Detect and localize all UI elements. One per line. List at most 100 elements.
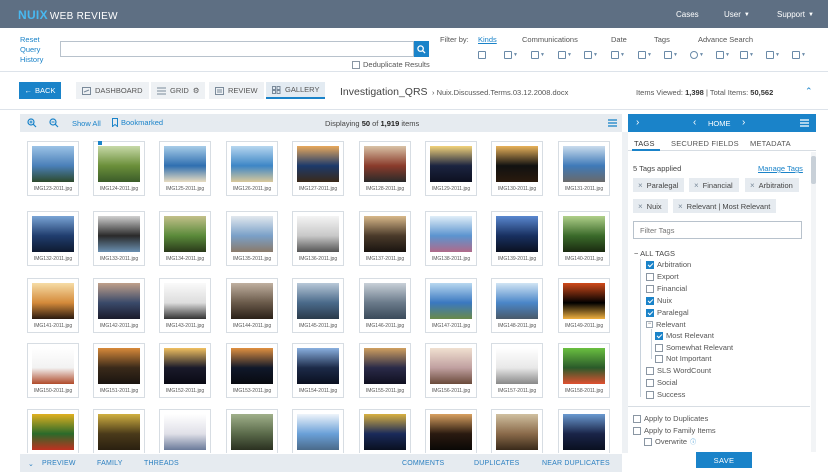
gallery-thumbnail[interactable]: IMG138-2011.jpg [425, 211, 477, 266]
tag-checkbox[interactable] [646, 390, 654, 399]
help-icon[interactable]: ⓘ [690, 437, 696, 446]
checkbox[interactable] [633, 414, 641, 423]
filter-tab-date[interactable]: Date [611, 35, 627, 44]
search-button[interactable] [414, 41, 429, 57]
gallery-thumbnail[interactable]: IMG126-2011.jpg [226, 141, 278, 196]
checkbox[interactable] [633, 426, 641, 435]
history-link[interactable]: History [20, 55, 43, 64]
gallery-thumbnail[interactable]: IMG148-2011.jpg [491, 278, 543, 333]
tag-item[interactable]: Not Important [655, 354, 711, 363]
tag-checkbox[interactable] [646, 284, 654, 293]
gallery-thumbnail[interactable] [226, 409, 278, 453]
filter-tab-kinds[interactable]: Kinds [478, 35, 497, 44]
gallery-thumbnail[interactable]: IMG123-2011.jpg [27, 141, 79, 196]
tag-chip-financial[interactable]: × Financial [689, 178, 739, 192]
gallery-thumbnail[interactable]: IMG145-2011.jpg [292, 278, 344, 333]
collapse-icon[interactable]: − [646, 321, 653, 328]
gallery-thumbnail[interactable]: IMG154-2011.jpg [292, 343, 344, 398]
filter-grid-icon[interactable]: ▼ [766, 50, 781, 60]
tag-item[interactable]: − Relevant [646, 320, 686, 329]
apply-family-checkbox[interactable]: Apply to Family Items [633, 426, 716, 435]
checkbox[interactable] [644, 437, 652, 446]
filter-spreadsheet-icon[interactable]: ▼ [531, 50, 546, 60]
filter-other-icon[interactable]: ▼ [792, 50, 807, 60]
deduplicate-checkbox[interactable]: Deduplicate Results [352, 60, 430, 69]
tab-threads[interactable]: THREADS [144, 460, 179, 467]
gallery-thumbnail[interactable]: IMG139-2011.jpg [491, 211, 543, 266]
filter-chat-icon[interactable]: ▼ [716, 50, 731, 60]
gallery-thumbnail[interactable]: IMG128-2011.jpg [359, 141, 411, 196]
reset-link[interactable]: Reset [20, 35, 40, 44]
gallery-thumbnail[interactable]: IMG130-2011.jpg [491, 141, 543, 196]
overwrite-checkbox[interactable]: Overwrite ⓘ [644, 437, 696, 446]
gallery-thumbnail[interactable]: IMG147-2011.jpg [425, 278, 477, 333]
manage-tags-link[interactable]: Manage Tags [758, 164, 803, 173]
gallery-thumbnail[interactable]: IMG157-2011.jpg [491, 343, 543, 398]
tag-item[interactable]: Success [646, 390, 685, 399]
gallery-thumbnail[interactable]: IMG132-2011.jpg [27, 211, 79, 266]
tab-preview[interactable]: PREVIEW [42, 460, 76, 467]
tag-item[interactable]: Social [646, 378, 677, 387]
breadcrumb-document[interactable]: Nuix.Discussed.Terms.03.12.2008.docx [437, 88, 569, 97]
gallery-thumbnail[interactable]: IMG150-2011.jpg [27, 343, 79, 398]
remove-icon[interactable]: × [678, 202, 683, 211]
chevron-left-icon[interactable]: ‹ [693, 117, 696, 128]
support-menu[interactable]: Support ▼ [777, 10, 814, 19]
gallery-thumbnail[interactable]: IMG135-2011.jpg [226, 211, 278, 266]
filter-edit-icon[interactable]: ▼ [584, 50, 599, 60]
gallery-thumbnail[interactable]: IMG136-2011.jpg [292, 211, 344, 266]
menu-icon[interactable] [800, 119, 809, 127]
tag-chip-most-relevant[interactable]: × Relevant | Most Relevant [673, 199, 777, 213]
gallery-thumbnail[interactable]: IMG133-2011.jpg [93, 211, 145, 266]
gallery-thumbnail[interactable]: IMG142-2011.jpg [93, 278, 145, 333]
user-menu[interactable]: User ▼ [724, 10, 750, 19]
zoom-out-icon[interactable] [49, 118, 59, 128]
filter-tab-communications[interactable]: Communications [522, 35, 578, 44]
gallery-thumbnail[interactable]: IMG127-2011.jpg [292, 141, 344, 196]
tab-metadata[interactable]: METADATA [750, 139, 791, 148]
tab-dashboard[interactable]: DASHBOARD [76, 82, 149, 99]
tag-item[interactable]: Most Relevant [655, 331, 714, 340]
gallery-thumbnail[interactable] [359, 409, 411, 453]
gallery-thumbnail[interactable]: IMG152-2011.jpg [159, 343, 211, 398]
tag-chip-nuix[interactable]: × Nuix [633, 199, 668, 213]
remove-icon[interactable]: × [750, 181, 755, 190]
filter-calendar-icon[interactable] [478, 50, 493, 60]
remove-icon[interactable]: × [638, 181, 643, 190]
tag-checkbox[interactable] [655, 354, 663, 363]
remove-icon[interactable]: × [638, 202, 643, 211]
gallery-thumbnail[interactable]: IMG156-2011.jpg [425, 343, 477, 398]
gallery-thumbnail[interactable]: IMG155-2011.jpg [359, 343, 411, 398]
gallery-scrollbar[interactable] [622, 132, 628, 453]
tag-chip-paralegal[interactable]: × Paralegal [633, 178, 685, 192]
gallery-thumbnail[interactable] [491, 409, 543, 453]
tab-review[interactable]: REVIEW [209, 82, 264, 99]
tag-checkbox[interactable] [646, 366, 654, 375]
gallery-thumbnail[interactable]: IMG146-2011.jpg [359, 278, 411, 333]
tag-checkbox[interactable] [646, 308, 654, 317]
filter-document-icon[interactable]: ▼ [558, 50, 573, 60]
gallery-thumbnail[interactable]: IMG158-2011.jpg [558, 343, 610, 398]
gallery-thumbnail[interactable] [93, 409, 145, 453]
collapse-icon[interactable]: − [634, 249, 638, 258]
gallery-thumbnail[interactable] [27, 409, 79, 453]
zoom-in-icon[interactable] [27, 118, 37, 128]
tab-grid[interactable]: GRID ⚙ [151, 82, 206, 99]
gallery-thumbnail[interactable]: IMG131-2011.jpg [558, 141, 610, 196]
gallery-thumbnail[interactable] [558, 409, 610, 453]
filter-tab-tags[interactable]: Tags [654, 35, 670, 44]
gallery-thumbnail[interactable]: IMG134-2011.jpg [159, 211, 211, 266]
all-tags-header[interactable]: − ALL TAGS [634, 249, 675, 258]
app-logo[interactable]: NUIX WEB REVIEW [18, 8, 118, 22]
gallery-thumbnail[interactable]: IMG151-2011.jpg [93, 343, 145, 398]
filter-tab-advance-search[interactable]: Advance Search [698, 35, 753, 44]
tag-checkbox[interactable] [646, 296, 654, 305]
filter-email-icon[interactable]: ▼ [611, 50, 626, 60]
gallery-thumbnail[interactable]: IMG124-2011.jpg [93, 141, 145, 196]
tag-checkbox[interactable] [646, 260, 654, 269]
chevron-right-icon[interactable]: › [636, 117, 639, 128]
gallery-thumbnail[interactable] [159, 409, 211, 453]
collapse-chevron-up-icon[interactable]: ⌃ [805, 86, 813, 97]
tag-item[interactable]: Nuix [646, 296, 672, 305]
gallery-thumbnail[interactable] [292, 409, 344, 453]
